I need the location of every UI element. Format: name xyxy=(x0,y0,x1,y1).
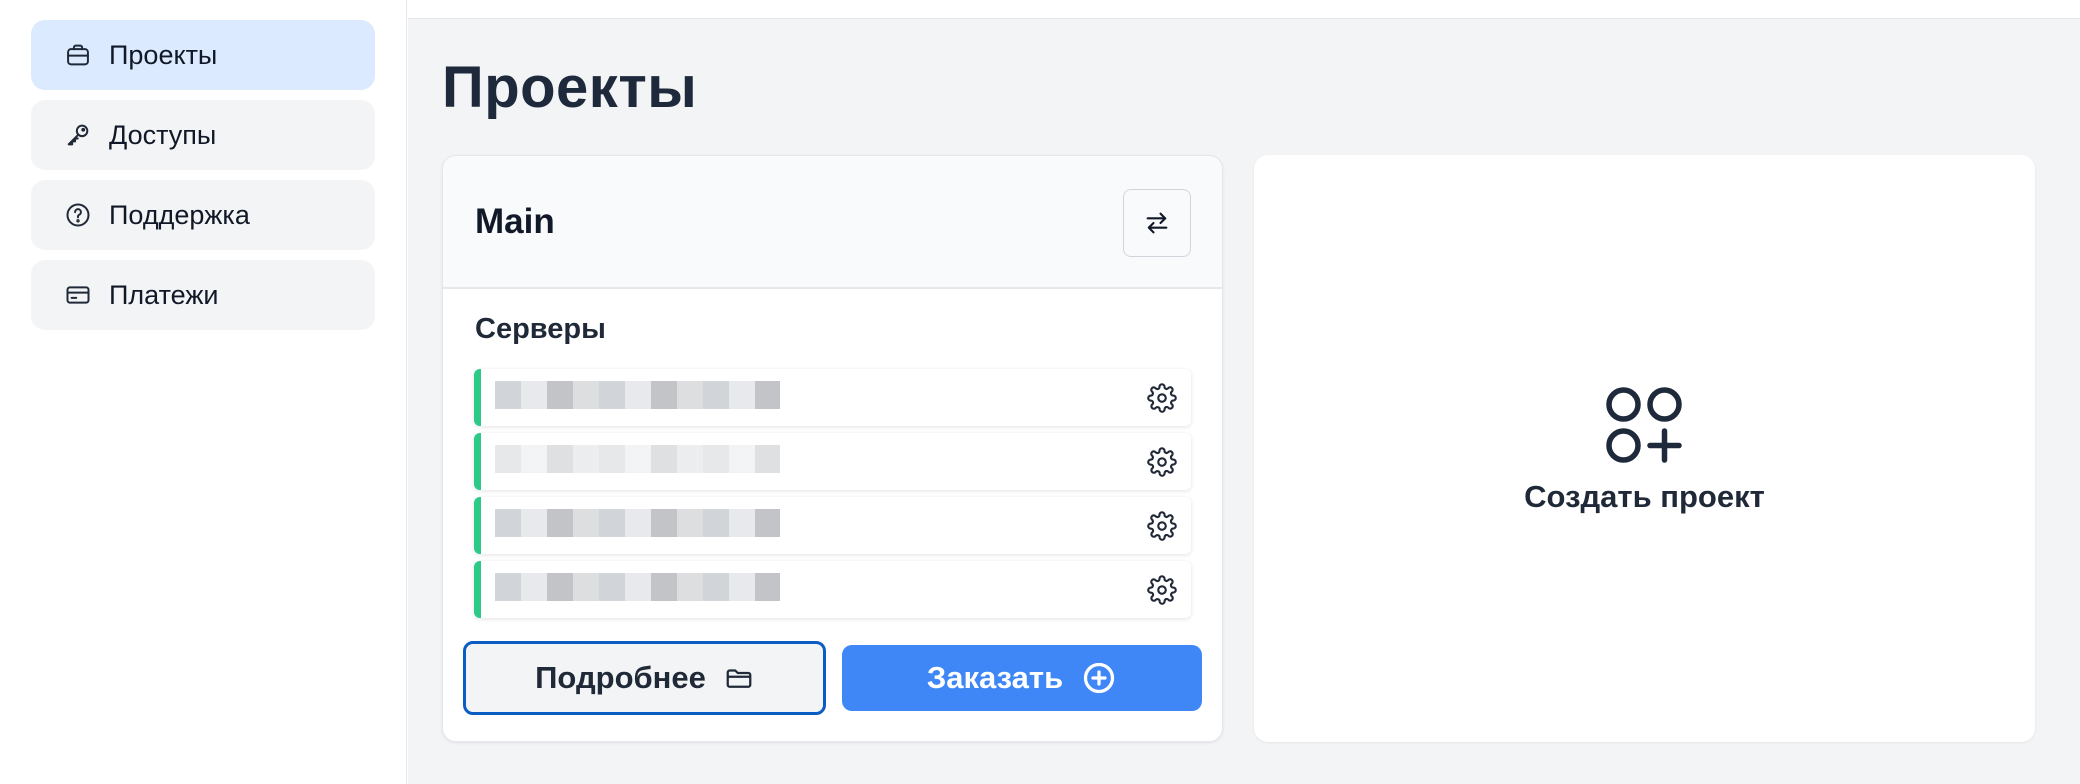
switch-project-button[interactable] xyxy=(1123,189,1191,257)
help-circle-icon xyxy=(63,200,93,230)
gear-icon xyxy=(1147,511,1177,541)
gear-icon xyxy=(1147,575,1177,605)
page-title: Проекты xyxy=(442,55,698,120)
server-name-redacted xyxy=(495,445,780,473)
order-button-label: Заказать xyxy=(926,660,1064,695)
server-row[interactable] xyxy=(474,369,1191,426)
server-row[interactable] xyxy=(474,433,1191,490)
project-card-header: Main xyxy=(443,156,1222,289)
sidebar-item-label: Поддержка xyxy=(109,199,250,230)
project-name: Main xyxy=(475,202,555,241)
main-content: Проекты Main Серверы Подробнее Заказать … xyxy=(408,0,2080,784)
server-settings-button[interactable] xyxy=(1147,383,1177,413)
sidebar-item-payments[interactable]: Платежи xyxy=(31,260,375,330)
credit-card-icon xyxy=(63,280,93,310)
app-window: Проекты Доступы Поддержка Платежи Проект… xyxy=(0,0,2080,784)
server-settings-button[interactable] xyxy=(1147,575,1177,605)
sidebar-item-label: Платежи xyxy=(109,279,219,310)
key-icon xyxy=(63,120,93,150)
servers-heading: Серверы xyxy=(475,313,606,345)
sidebar: Проекты Доступы Поддержка Платежи xyxy=(0,0,407,784)
briefcase-icon xyxy=(63,40,93,70)
create-project-label: Создать проект xyxy=(1524,479,1765,514)
create-project-card[interactable]: Создать проект xyxy=(1254,155,2035,742)
server-name-redacted xyxy=(495,381,780,409)
top-bar xyxy=(408,0,2080,19)
folder-icon xyxy=(726,669,752,688)
sidebar-item-support[interactable]: Поддержка xyxy=(31,180,375,250)
server-settings-button[interactable] xyxy=(1147,447,1177,477)
details-button-label: Подробнее xyxy=(535,660,706,695)
gear-icon xyxy=(1147,447,1177,477)
server-name-redacted xyxy=(495,573,780,601)
sidebar-item-projects[interactable]: Проекты xyxy=(31,20,375,90)
sidebar-item-label: Проекты xyxy=(109,39,218,70)
server-row[interactable] xyxy=(474,561,1191,618)
grid-plus-icon xyxy=(1606,387,1682,463)
sidebar-item-label: Доступы xyxy=(109,119,217,150)
server-settings-button[interactable] xyxy=(1147,511,1177,541)
swap-arrows-icon xyxy=(1146,212,1168,234)
gear-icon xyxy=(1147,383,1177,413)
sidebar-item-access[interactable]: Доступы xyxy=(31,100,375,170)
details-button[interactable]: Подробнее xyxy=(463,641,826,715)
order-button[interactable]: Заказать xyxy=(842,645,1202,711)
server-name-redacted xyxy=(495,509,780,537)
plus-circle-icon xyxy=(1083,662,1115,694)
server-row[interactable] xyxy=(474,497,1191,554)
project-card: Main Серверы Подробнее Заказать xyxy=(442,155,1223,742)
